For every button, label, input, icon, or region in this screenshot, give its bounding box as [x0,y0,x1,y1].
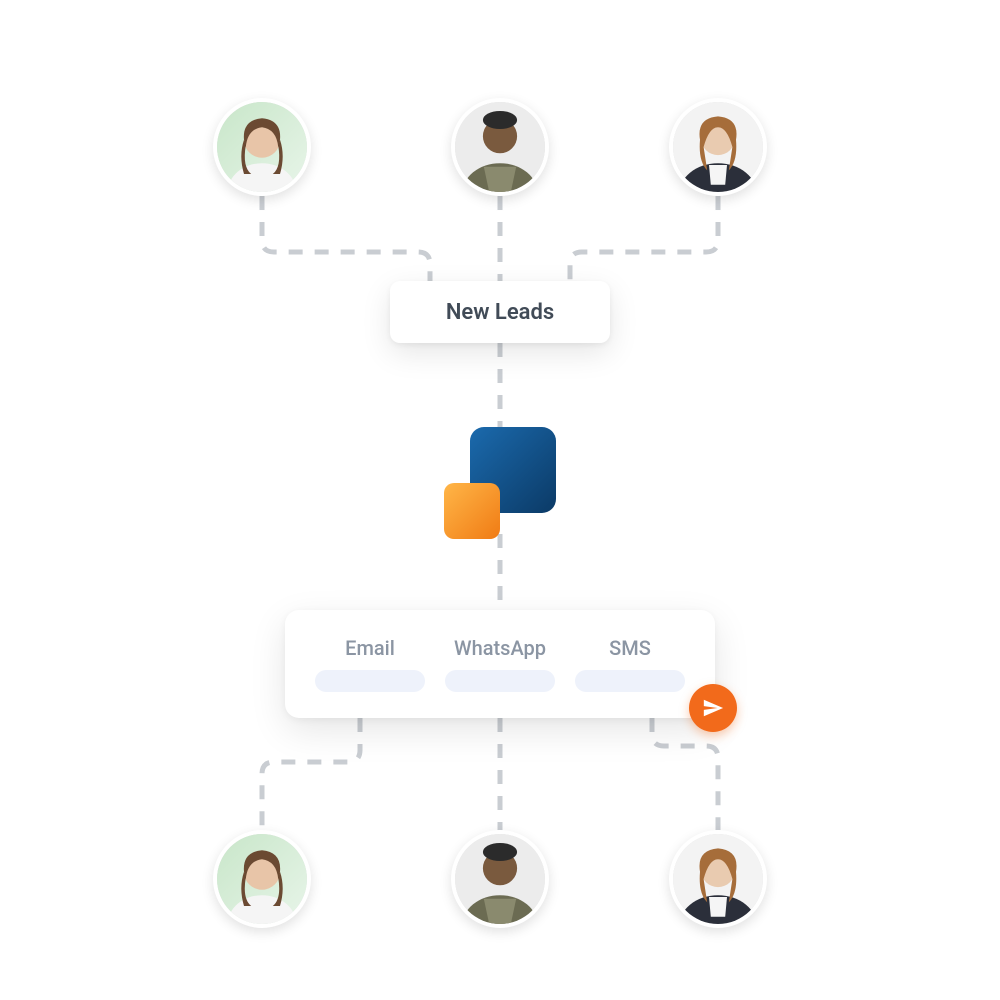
channel-pill [445,670,555,692]
avatar-recipient-2 [451,830,549,928]
avatar-lead-1 [213,98,311,196]
avatar-lead-3 [669,98,767,196]
new-leads-label: New Leads [446,300,554,325]
send-button[interactable] [689,684,737,732]
avatar-lead-2 [451,98,549,196]
logo-square-orange [444,483,500,539]
send-icon [702,697,724,719]
avatar-recipient-1 [213,830,311,928]
avatar-recipient-3 [669,830,767,928]
channel-label: SMS [609,636,651,660]
new-leads-card: New Leads [390,281,610,343]
channel-label: Email [345,636,395,660]
channel-pill [575,670,685,692]
diagram-canvas: New Leads Email WhatsApp SMS [0,0,1000,1000]
channels-card: Email WhatsApp SMS [285,610,715,718]
brand-logo [444,427,556,539]
channel-whatsapp: WhatsApp [445,636,555,692]
channel-email: Email [315,636,425,692]
channel-label: WhatsApp [454,636,546,660]
channel-pill [315,670,425,692]
channel-sms: SMS [575,636,685,692]
